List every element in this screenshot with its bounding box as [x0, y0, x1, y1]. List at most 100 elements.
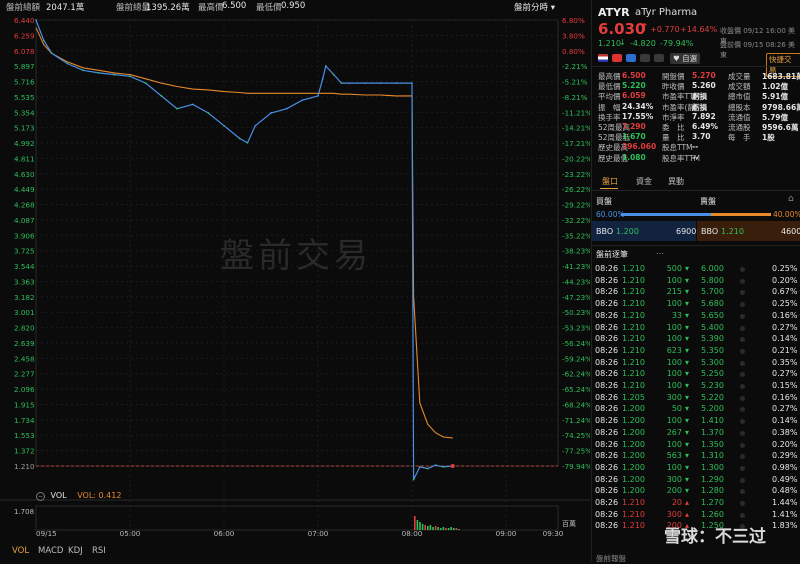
dist-pct: 0.16% [772, 310, 798, 320]
series-line-price [35, 19, 453, 480]
indicator-tabs: VOL MACD KDJ RSI [0, 543, 590, 561]
chart-mode-dropdown[interactable]: 盤前分時 ▾ [514, 1, 555, 13]
right-tick-label: -47.23% [562, 293, 590, 302]
tab-rsi[interactable]: RSI [92, 546, 106, 556]
trade-volume: 100 [666, 334, 682, 344]
trade-time: 08:26 [595, 334, 619, 344]
trade-price: 1.210 [622, 509, 645, 519]
volume-bar [455, 528, 458, 530]
dist-pct: 0.67% [772, 287, 798, 297]
us-flag-icon [598, 54, 608, 62]
low-label: 最低價 [256, 3, 282, 13]
trade-time: 08:26 [595, 381, 619, 390]
watchlist-button[interactable]: ♥ 自選 [670, 53, 701, 64]
price-point [418, 465, 421, 468]
trade-row: 08:26 1.210 100 ▾ [592, 334, 697, 345]
left-tick-label: 3.544 [14, 262, 35, 271]
left-tick-label: 3.182 [14, 293, 35, 302]
left-tick-label: 5.897 [14, 62, 35, 71]
price-point [412, 478, 415, 481]
trade-volume: 300 [666, 392, 682, 402]
dist-price: 5.220 [701, 392, 724, 402]
volume-bar [445, 528, 447, 530]
time-tick-label: 05:00 [120, 529, 141, 538]
trade-price: 1.210 [622, 381, 645, 390]
tab-capital[interactable]: 資金 [636, 176, 652, 187]
left-tick-label: 2.277 [14, 370, 35, 379]
trade-volume: 100 [666, 275, 682, 285]
price-point [35, 19, 37, 21]
dist-price: 5.400 [701, 322, 724, 332]
price-point [301, 99, 304, 102]
ask-pct: 40.00% [773, 210, 800, 219]
dot-icon [740, 501, 745, 506]
left-tick-label: 1.553 [14, 431, 35, 440]
bbo-bid-row: BBO 1.200 6900 [592, 221, 696, 241]
trade-price: 1.200 [622, 462, 645, 472]
low-value: 0.950 [281, 1, 306, 11]
left-tick-label: 4.449 [14, 185, 35, 194]
vol-axis-max: 1.708 [14, 508, 34, 516]
right-tick-label: -65.24% [562, 385, 590, 394]
stat-value: 17.55% [622, 111, 654, 121]
volume-bar [453, 528, 455, 530]
arrow-down-icon: ▾ [685, 310, 690, 320]
trade-time: 08:26 [595, 451, 619, 461]
heart-icon: ♥ [673, 54, 680, 63]
price-dist-row: 5.700 0.67% [698, 287, 800, 298]
time-tick-label: 09:30 [543, 529, 564, 538]
trade-time: 08:26 [595, 509, 619, 519]
left-tick-label: 2.820 [14, 324, 35, 333]
tab-orderbook[interactable]: 盤口 [602, 176, 618, 187]
trade-volume: 100 [666, 439, 682, 449]
stat-value: 5.260 [692, 81, 716, 91]
tab-vol[interactable]: VOL [12, 546, 29, 556]
trade-row: 08:26 1.200 300 ▾ [592, 475, 697, 486]
right-axis: 6.80% 3.80% 0.80% -2.21% -5.21% -8.21% -11.21%… [562, 16, 590, 471]
tab-macd[interactable]: MACD [38, 546, 63, 556]
price-dist-row: 1.410 0.14% [698, 416, 800, 427]
stat-value: 6.059 [622, 91, 646, 101]
dist-pct: 0.48% [772, 486, 798, 496]
stat-value: 1股 [762, 133, 775, 143]
dot-icon [740, 419, 745, 425]
price-chart[interactable]: 6.440 6.259 6.078 5.897 5.716 5.535 5.354 5.173… [0, 14, 590, 541]
trade-row: 08:26 1.210 623 ▾ [592, 346, 697, 357]
price-point [144, 82, 147, 85]
volume-bar [458, 529, 460, 530]
right-tick-label: -53.23% [562, 324, 590, 333]
price-point [379, 82, 382, 85]
active-tab-underline [600, 188, 618, 189]
collapse-icon[interactable]: − [36, 492, 45, 501]
dist-pct: 1.41% [772, 509, 798, 519]
right-tick-label: -41.23% [562, 262, 590, 271]
bbo-ask-price: 1.210 [721, 227, 744, 236]
dist-price: 5.800 [701, 275, 724, 285]
settings-icon[interactable]: ⋯ [656, 249, 664, 258]
right-tick-label: 3.80% [562, 31, 585, 40]
margin-badge-icon [626, 54, 636, 62]
right-tick-label: -29.22% [562, 201, 590, 210]
price-dist-row: 5.230 0.15% [698, 381, 800, 392]
high-value: 6.500 [222, 1, 247, 11]
pre-price: 1.210 [598, 39, 621, 48]
left-tick-label: 1.734 [14, 416, 35, 425]
arrow-down-icon: ▾ [685, 427, 690, 437]
dot-icon [740, 278, 745, 284]
tab-movers[interactable]: 異動 [668, 176, 684, 187]
dot-icon [740, 360, 745, 366]
left-tick-label: 4.268 [14, 201, 35, 210]
tab-kdj[interactable]: KDJ [68, 546, 83, 556]
trade-price: 1.200 [622, 416, 645, 426]
dist-pct: 0.16% [772, 392, 798, 402]
stat-value: 6.500 [622, 71, 646, 80]
price-point [97, 71, 100, 74]
dot-icon [740, 407, 745, 413]
trade-row: 08:26 1.210 100 ▾ [592, 323, 697, 334]
bid-label: 買盤 [596, 197, 612, 206]
price-point [160, 94, 163, 97]
arrow-down-icon: ▾ [685, 381, 690, 390]
trade-time: 08:26 [595, 427, 619, 437]
price-point [324, 65, 327, 67]
price-dist-row: 1.350 0.20% [698, 440, 800, 451]
